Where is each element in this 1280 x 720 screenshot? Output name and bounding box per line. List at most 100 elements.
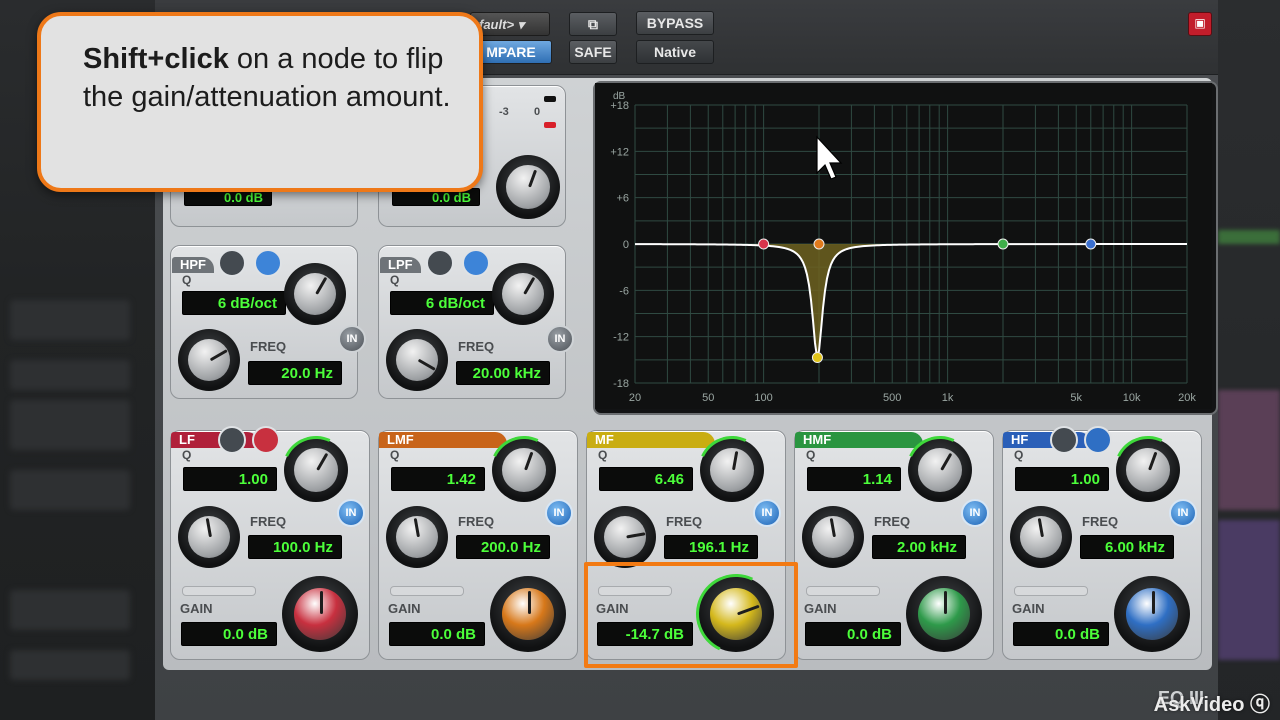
lpf-slope-display[interactable]: 6 dB/oct <box>390 291 494 315</box>
x-tick-label: 20 <box>629 392 641 404</box>
lpf-shape-icon[interactable] <box>462 249 490 277</box>
safe-button[interactable]: SAFE <box>569 40 617 64</box>
hpf-slope-knob[interactable] <box>284 263 346 325</box>
settings-link-button[interactable]: ⧉ <box>569 12 617 36</box>
lf-freq-display[interactable]: 100.0 Hz <box>248 535 342 559</box>
notch-type-icon[interactable] <box>426 249 454 277</box>
y-tick-label: -6 <box>619 285 629 297</box>
output-knob[interactable] <box>496 155 560 219</box>
lf-slot <box>182 586 256 596</box>
lmf-gain-knob[interactable] <box>490 576 566 652</box>
q-label: Q <box>390 273 400 287</box>
lf-in-button[interactable]: IN <box>337 499 365 527</box>
eq-graph[interactable]: dB +18 +12 +6 0 -6 -12 -18 20 50 100 500 1k 5k 10k 20k <box>593 81 1218 415</box>
y-tick-label: +6 <box>616 193 629 205</box>
mf-band-name: MF <box>595 432 614 447</box>
notch-type-icon[interactable] <box>218 249 246 277</box>
bypass-button[interactable]: BYPASS <box>636 11 714 35</box>
y-tick-label: 0 <box>623 239 629 251</box>
q-label: Q <box>182 273 192 287</box>
windows-icon: ⧉ <box>588 16 598 32</box>
lpf-slope-knob[interactable] <box>492 263 554 325</box>
mf-node[interactable] <box>811 352 823 364</box>
x-tick-label: 10k <box>1123 392 1141 404</box>
lf-gain-display[interactable]: 0.0 dB <box>181 622 277 646</box>
hf-q-knob[interactable] <box>1104 426 1192 514</box>
lmf-gain-display[interactable]: 0.0 dB <box>389 622 485 646</box>
hmf-freq-display[interactable]: 2.00 kHz <box>872 535 966 559</box>
x-tick-label: 20k <box>1178 392 1196 404</box>
shelf-type-icon[interactable] <box>252 426 280 454</box>
peak-type-icon[interactable] <box>218 426 246 454</box>
eq-graph-canvas: dB+18+12+60-6-12-1820 50 100 500 1k 5k 10k 20k <box>595 83 1212 409</box>
hmf-q-display[interactable]: 1.14 <box>807 467 901 491</box>
mf-freq-knob[interactable] <box>594 506 656 568</box>
lmf-q-display[interactable]: 1.42 <box>391 467 485 491</box>
shelf-type-icon[interactable] <box>1084 426 1112 454</box>
x-tick-label: 1k <box>942 392 954 404</box>
hmf-band-label: HMF <box>795 432 923 448</box>
lpf-freq-knob[interactable] <box>386 329 448 391</box>
lf-freq-knob[interactable] <box>178 506 240 568</box>
hmf-slot <box>806 586 880 596</box>
y-tick-label: -12 <box>613 332 629 344</box>
mf-in-button[interactable]: IN <box>753 499 781 527</box>
hf-freq-display[interactable]: 6.00 kHz <box>1080 535 1174 559</box>
lf-gain-knob[interactable] <box>282 576 358 652</box>
lpf-in-button[interactable]: IN <box>546 325 574 353</box>
close-icon[interactable]: ▣ <box>1188 12 1212 36</box>
mf-q-knob[interactable] <box>688 426 776 514</box>
hmf-freq-knob[interactable] <box>802 506 864 568</box>
hmf-band-name: HMF <box>803 432 832 447</box>
gain-label: GAIN <box>804 601 837 616</box>
hmf-gain-display[interactable]: 0.0 dB <box>805 622 901 646</box>
q-label: Q <box>598 448 608 462</box>
peak-type-icon[interactable] <box>1050 426 1078 454</box>
mf-band-label: MF <box>587 432 715 448</box>
preset-label: fault> <box>479 17 515 32</box>
lpf-label: LPF <box>380 257 421 273</box>
hmf-in-button[interactable]: IN <box>961 499 989 527</box>
hmf-q-knob[interactable] <box>896 426 984 514</box>
daw-background-right <box>1218 0 1280 720</box>
hpf-shape-icon[interactable] <box>254 249 282 277</box>
hf-slot <box>1014 586 1088 596</box>
lmf-q-knob[interactable] <box>480 426 568 514</box>
lf-q-knob[interactable] <box>272 426 360 514</box>
gain-label: GAIN <box>180 601 213 616</box>
lf-band-name: LF <box>179 432 195 447</box>
hpf-in-button[interactable]: IN <box>338 325 366 353</box>
freq-label: FREQ <box>1082 514 1119 529</box>
hpf-freq-display[interactable]: 20.0 Hz <box>248 361 342 385</box>
hf-q-display[interactable]: 1.00 <box>1015 467 1109 491</box>
hf-in-button[interactable]: IN <box>1169 499 1197 527</box>
mf-freq-display[interactable]: 196.1 Hz <box>664 535 758 559</box>
gain-label: GAIN <box>1012 601 1045 616</box>
lmf-node[interactable] <box>813 238 825 250</box>
native-indicator: Native <box>636 40 714 64</box>
lmf-freq-display[interactable]: 200.0 Hz <box>456 535 550 559</box>
lmf-in-button[interactable]: IN <box>545 499 573 527</box>
lf-q-display[interactable]: 1.00 <box>183 467 277 491</box>
hf-freq-knob[interactable] <box>1010 506 1072 568</box>
mf-q-display[interactable]: 6.46 <box>599 467 693 491</box>
x-tick-label: 50 <box>702 392 714 404</box>
hf-gain-display[interactable]: 0.0 dB <box>1013 622 1109 646</box>
hf-gain-knob[interactable] <box>1114 576 1190 652</box>
watermark-text: AskVideo <box>1153 694 1245 716</box>
gain-label: GAIN <box>388 601 421 616</box>
x-tick-label: 5k <box>1070 392 1082 404</box>
hmf-gain-knob[interactable] <box>906 576 982 652</box>
lmf-freq-knob[interactable] <box>386 506 448 568</box>
lpf-freq-display[interactable]: 20.00 kHz <box>456 361 550 385</box>
hmf-node[interactable] <box>997 238 1009 250</box>
meter-label-minus3: -3 <box>499 106 509 118</box>
hf-node[interactable] <box>1085 238 1097 250</box>
hpf-slope-display[interactable]: 6 dB/oct <box>182 291 286 315</box>
lmf-band-name: LMF <box>387 432 414 447</box>
q-label: Q <box>182 448 192 462</box>
mf-gain-highlight <box>584 562 798 668</box>
lf-node[interactable] <box>758 238 770 250</box>
hpf-freq-knob[interactable] <box>178 329 240 391</box>
y-tick-label: -18 <box>613 378 629 390</box>
